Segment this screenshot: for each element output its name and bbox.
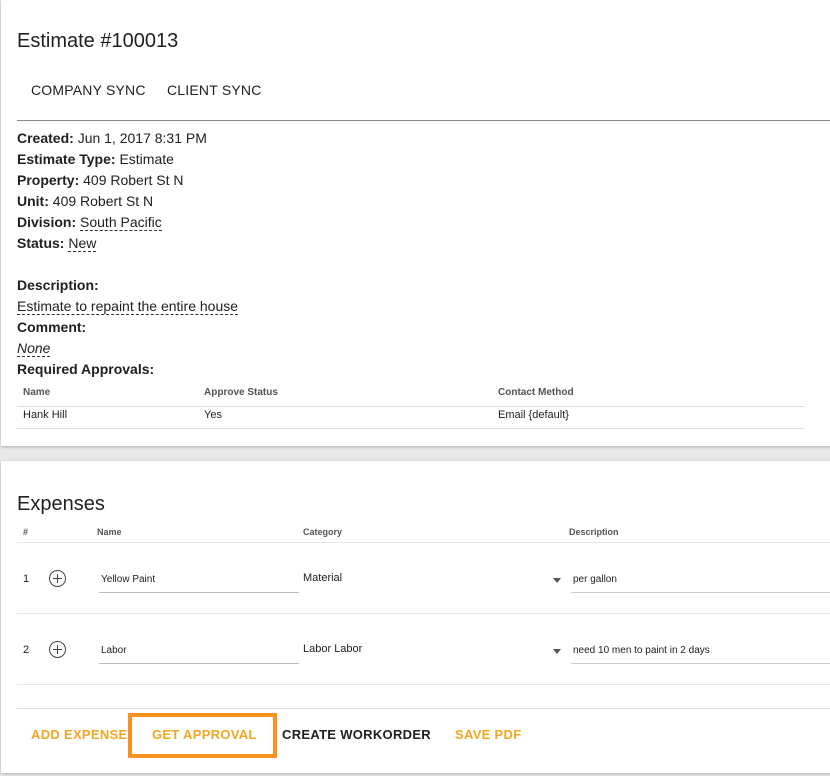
created-label: Created: [17,130,74,146]
sync-tabs: COMPANY SYNC CLIENT SYNC [1,70,830,120]
get-approval-button[interactable]: GET APPROVAL [152,727,257,742]
status-line: Status: New [17,233,207,254]
created-value: Jun 1, 2017 8:31 PM [77,130,207,146]
save-pdf-button[interactable]: SAVE PDF [455,727,521,742]
approvals-header: Name Approve Status Contact Method [17,379,805,407]
approvals-label: Required Approvals: [17,361,155,377]
expense-description-input[interactable] [573,645,820,656]
tab-company-sync[interactable]: COMPANY SYNC [31,82,146,98]
add-circle-icon[interactable] [49,570,66,587]
property-label: Property: [17,172,80,188]
expense-name-input[interactable] [101,645,291,656]
unit-label: Unit: [17,193,49,209]
tab-client-sync[interactable]: CLIENT SYNC [167,82,262,98]
estimate-card: Estimate #100013 COMPANY SYNC CLIENT SYN… [1,0,830,446]
division-line: Division: South Pacific [17,212,207,233]
create-workorder-button[interactable]: CREATE WORKORDER [282,727,431,742]
expense-category-select[interactable]: Material [303,572,342,584]
property-value: 409 Robert St N [83,172,184,188]
estimate-details: Created: Jun 1, 2017 8:31 PM Estimate Ty… [17,128,207,254]
type-line: Estimate Type: Estimate [17,149,207,170]
type-value: Estimate [119,151,174,167]
expenses-header-name: Name [97,527,122,537]
expenses-header-category: Category [303,527,343,537]
description-label: Description: [17,277,99,293]
property-line: Property: 409 Robert St N [17,170,207,191]
expenses-header-num: # [23,527,29,537]
expense-category-select[interactable]: Labor Labor [303,643,362,655]
expense-description-field[interactable] [571,639,830,664]
expense-name-field[interactable] [99,639,299,664]
approval-contact: Email {default} [498,409,569,421]
unit-value: 409 Robert St N [52,193,154,209]
expenses-header: # Name Category Description [17,523,830,543]
expense-description-field[interactable] [571,568,830,593]
add-expense-button[interactable]: ADD EXPENSE [31,727,128,742]
add-circle-icon[interactable] [49,641,66,658]
expenses-header-description: Description [569,527,619,537]
comment-label: Comment: [17,319,87,335]
expenses-title: Expenses [17,493,105,515]
approvals-header-status: Approve Status [204,387,278,398]
chevron-down-icon[interactable] [553,578,561,583]
status-label: Status: [17,235,65,251]
division-value[interactable]: South Pacific [80,214,162,231]
expense-row-number: 1 [23,573,30,585]
expense-description-input[interactable] [573,574,820,585]
division-label: Division: [17,214,77,230]
page-title: Estimate #100013 [17,30,179,52]
table-row: Hank Hill Yes Email {default} [17,407,805,429]
description-value[interactable]: Estimate to repaint the entire house [17,298,239,315]
expense-name-field[interactable] [99,568,299,593]
approvals-header-name: Name [23,387,51,398]
comment-value[interactable]: None [17,340,51,357]
approvals-header-contact: Contact Method [498,387,574,398]
tabs-divider [17,120,830,121]
description-block: Description: Estimate to repaint the ent… [17,275,239,380]
table-row: 2 Labor Labor [17,614,830,685]
expenses-card: Expenses # Name Category Description 1 M… [1,461,830,773]
status-value[interactable]: New [68,235,97,252]
unit-line: Unit: 409 Robert St N [17,191,207,212]
approval-status: Yes [204,409,222,421]
expense-name-input[interactable] [101,574,291,585]
approval-name: Hank Hill [23,409,68,421]
chevron-down-icon[interactable] [553,649,561,654]
table-row: 1 Material [17,543,830,614]
footer-divider [17,708,830,709]
type-label: Estimate Type: [17,151,116,167]
created-line: Created: Jun 1, 2017 8:31 PM [17,128,207,149]
expense-row-number: 2 [23,644,30,656]
